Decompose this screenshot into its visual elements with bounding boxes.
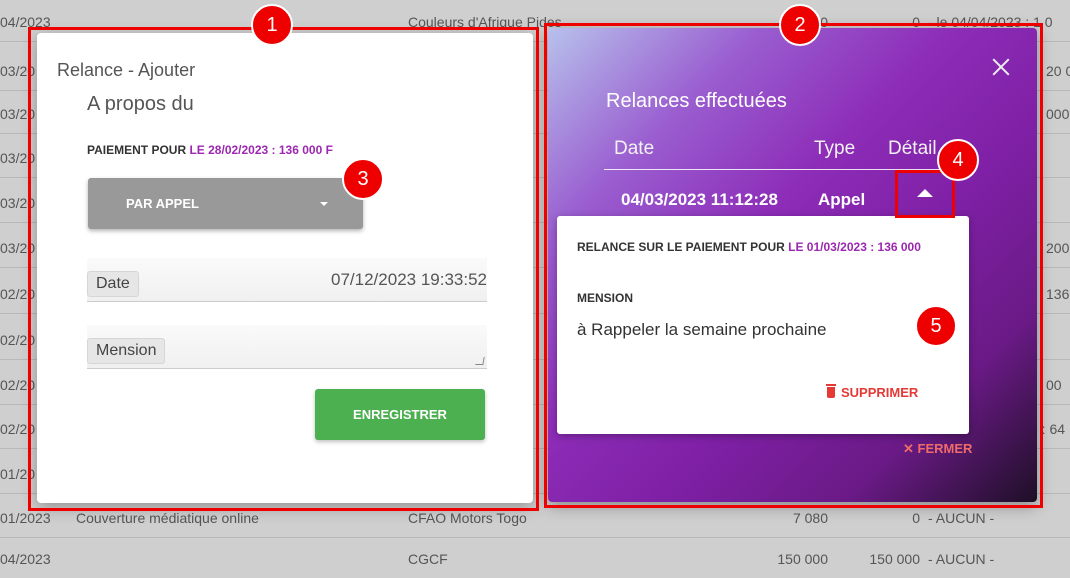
cell-amount: 150 000	[777, 551, 828, 567]
cell-date: 03/20	[0, 195, 36, 211]
save-label: ENREGISTRER	[353, 407, 447, 422]
cell-date: 02/20	[0, 377, 36, 393]
cell-description: Couverture médiatique online	[76, 510, 259, 526]
annotation-badge-5: 5	[915, 305, 957, 347]
cell-relance: - AUCUN -	[928, 551, 995, 567]
cell-relance: - AUCUN -	[928, 510, 995, 526]
cell-client: CGCF	[408, 551, 448, 567]
dropdown-value: PAR APPEL	[126, 196, 199, 211]
delete-button[interactable]: SUPPRIMER	[826, 384, 919, 400]
cell-date: 03/20	[0, 63, 36, 79]
annotation-badge-4: 4	[937, 139, 979, 181]
mension-textarea[interactable]: Mension	[87, 325, 487, 369]
table-header: Date Type Détail	[604, 136, 944, 170]
annotation-badge-2: 2	[779, 4, 821, 46]
date-label: Date	[87, 271, 139, 297]
cell-date: 04/2023	[0, 14, 51, 30]
relance-type-dropdown[interactable]: PAR APPEL	[88, 178, 363, 229]
cell-amount: 7 080	[792, 510, 828, 526]
date-field[interactable]: Date 07/12/2023 19:33:52	[87, 258, 487, 302]
resize-handle-icon[interactable]	[475, 357, 485, 365]
cell-relance: 000	[1046, 106, 1070, 122]
detail-mension-label: MENSION	[577, 291, 634, 305]
column-header-type: Type	[814, 138, 856, 159]
save-button[interactable]: ENREGISTRER	[315, 389, 485, 440]
cell-client: CFAO Motors Togo	[408, 510, 527, 526]
cell-date: 01/2023	[0, 510, 51, 526]
relance-detail-card: RELANCE SUR LE PAIEMENT POUR LE 01/03/20…	[557, 216, 969, 434]
cell-relance: 20 0	[1046, 63, 1070, 79]
cell-relance: 136	[1046, 286, 1070, 302]
close-icon[interactable]	[991, 58, 1011, 78]
annotation-badge-3: 3	[342, 158, 384, 200]
delete-label: SUPPRIMER	[841, 385, 919, 400]
date-value: 07/12/2023 19:33:52	[331, 270, 487, 289]
detail-payment-info: RELANCE SUR LE PAIEMENT POUR LE 01/03/20…	[577, 236, 937, 258]
cell-date: 03/20	[0, 106, 36, 122]
cell-relance: 00	[1046, 377, 1062, 393]
relances-done-modal: Relances effectuées Date Type Détail 04/…	[548, 28, 1037, 502]
mension-label: Mension	[87, 338, 166, 364]
cell-paid: 150 000	[869, 551, 920, 567]
payment-prefix: PAIEMENT POUR	[87, 143, 187, 157]
detail-value: LE 01/03/2023 : 136 000	[788, 240, 921, 254]
cell-date: 02/20	[0, 286, 36, 302]
caret-down-icon	[320, 202, 328, 206]
payment-info: PAIEMENT POUR LE 28/02/2023 : 136 000 F	[87, 143, 333, 157]
relance-type: Appel	[818, 190, 866, 209]
cell-relance: 200	[1046, 240, 1070, 256]
cell-client: Couleurs d'Afrique Pides	[408, 14, 562, 30]
relance-date: 04/03/2023 11:12:28	[621, 190, 778, 209]
modal-title: Relances effectuées	[606, 90, 787, 112]
cell-date: 01/20	[0, 466, 36, 482]
trash-icon	[826, 384, 836, 398]
relance-add-modal: Relance - Ajouter A propos du PAIEMENT P…	[37, 33, 533, 503]
detail-prefix: RELANCE SUR LE PAIEMENT POUR	[577, 240, 785, 254]
cell-paid: 0	[912, 510, 920, 526]
annotation-badge-1: 1	[251, 4, 293, 46]
cell-date: 03/20	[0, 150, 36, 166]
column-header-detail: Détail	[888, 138, 937, 159]
cell-date: 03/20	[0, 240, 36, 256]
cell-date: 02/20	[0, 421, 36, 437]
table-row: 04/2023 CGCF 150 000 150 000 - AUCUN -	[0, 541, 1070, 578]
cell-date: 04/2023	[0, 551, 51, 567]
close-button[interactable]: ✕ FERMER	[903, 441, 972, 457]
detail-mension-text: à Rappeler la semaine prochaine	[577, 320, 827, 339]
column-header-date: Date	[614, 138, 655, 159]
cell-date: 02/20	[0, 332, 36, 348]
modal-title: Relance - Ajouter	[57, 60, 196, 80]
payment-value: LE 28/02/2023 : 136 000 F	[189, 143, 333, 157]
table-row: 01/2023 Couverture médiatique online CFA…	[0, 500, 1070, 538]
modal-subtitle: A propos du	[87, 93, 194, 115]
